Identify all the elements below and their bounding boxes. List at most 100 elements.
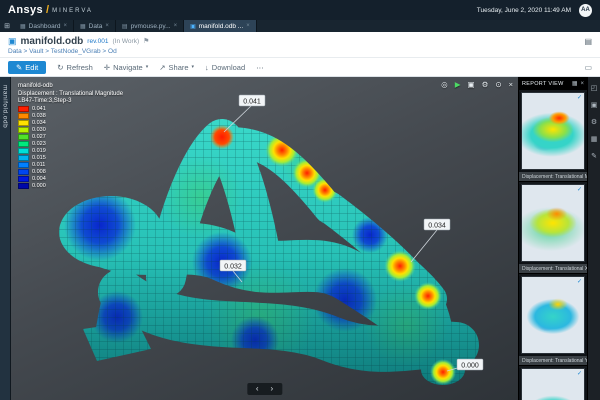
play-icon[interactable]: ▶: [455, 80, 461, 89]
flag-icon[interactable]: ⚑: [143, 37, 149, 45]
thumbnail-caption: Displacement: Translational Magnit...: [519, 172, 587, 182]
legend-swatch: [18, 176, 29, 182]
thumbnail-caption: Displacement: Translational X: [519, 264, 587, 274]
edit-label: Edit: [25, 63, 38, 72]
page-title: manifold.odb: [21, 36, 84, 47]
report-view-header: REPORT VIEW ▦ ×: [519, 77, 587, 90]
gear-icon[interactable]: ⚙: [482, 80, 489, 89]
pencil-icon: ✎: [16, 63, 22, 72]
legend-entry: 0.000: [18, 183, 123, 190]
refresh-label: Refresh: [67, 63, 93, 72]
ellipsis-icon: ⋯: [256, 63, 264, 72]
legend-entry: 0.038: [18, 113, 123, 120]
close-icon[interactable]: ×: [174, 23, 178, 29]
navigate-menu-button[interactable]: ✛ Navigate ▾: [104, 63, 148, 72]
apps-grid-icon[interactable]: ⊞: [0, 20, 14, 32]
share-menu-button[interactable]: ↗ Share ▾: [159, 63, 194, 72]
document-header: ▣ manifold.odb rev.001 (In Work) ⚑ ▤ Dat…: [0, 32, 600, 57]
tab-label: manifold.odb ...: [199, 23, 243, 30]
legend-entry: 0.041: [18, 106, 123, 113]
breadcrumb[interactable]: Data > Vault > TestNode_VGrab > Od: [8, 48, 592, 55]
more-actions-button[interactable]: ⋯: [256, 63, 264, 72]
bookmark-icon[interactable]: ▤: [584, 37, 592, 46]
cube-icon: ▣: [8, 36, 17, 47]
dashboard-icon: ▦: [20, 23, 26, 30]
thumbnail-image[interactable]: ✓: [521, 276, 585, 354]
legend-value: 0.034: [32, 120, 46, 126]
legend-entry: 0.027: [18, 134, 123, 141]
download-button[interactable]: ↓ Download: [205, 63, 245, 72]
minerva-label: MINERVA: [52, 8, 93, 14]
report-thumbnail[interactable]: ✓ Displacement: Translational Magnit...: [519, 92, 587, 182]
close-icon[interactable]: ×: [509, 80, 513, 89]
thumbnail-caption: Displacement: Translational Y: [519, 356, 587, 366]
grid-icon[interactable]: ▦: [572, 80, 578, 87]
report-thumbnail[interactable]: ✓ Displacement: Translational Y: [519, 276, 587, 366]
edit-button[interactable]: ✎ Edit: [8, 61, 46, 74]
3d-viewport[interactable]: 0.041 0.034 0.032 0.000 manifold-odb Dis…: [11, 77, 518, 400]
prev-frame-button[interactable]: ‹: [256, 385, 259, 393]
legend-value: 0.015: [32, 155, 46, 161]
action-toolbar: ✎ Edit ↻ Refresh ✛ Navigate ▾ ↗ Share ▾ …: [0, 57, 600, 77]
share-icon: ↗: [159, 63, 165, 72]
legend-entry: 0.015: [18, 155, 123, 162]
user-avatar[interactable]: AA: [579, 4, 592, 17]
viewport-toolbar: ◎ ▶ ▣ ⚙ ⊙ ×: [441, 80, 513, 89]
check-icon: ✓: [577, 370, 582, 377]
tab-dashboard[interactable]: ▦ Dashboard ×: [14, 20, 74, 32]
legend-entry: 0.019: [18, 148, 123, 155]
gear-icon[interactable]: ⚙: [591, 118, 597, 126]
download-label: Download: [212, 63, 245, 72]
navigate-icon: ✛: [104, 63, 110, 72]
expand-icon[interactable]: ◰: [591, 84, 598, 92]
report-thumbnail[interactable]: ✓ Displacement: Translational X: [519, 184, 587, 274]
tab-data[interactable]: ▦ Data ×: [74, 20, 116, 32]
refresh-button[interactable]: ↻ Refresh: [57, 63, 93, 72]
annotation-value: 0.034: [428, 223, 446, 230]
check-icon: ✓: [577, 186, 582, 193]
comment-icon[interactable]: ▭: [584, 63, 592, 72]
thumbnail-image[interactable]: ✓: [521, 184, 585, 262]
tab-pvmouse[interactable]: ▤ pvmouse.py... ×: [116, 20, 184, 32]
legend-value: 0.027: [32, 134, 46, 140]
legend-swatch: [18, 127, 29, 133]
thumbnail-image[interactable]: ✓: [521, 92, 585, 170]
legend-entry: 0.004: [18, 176, 123, 183]
annotate-icon[interactable]: ✎: [591, 152, 597, 160]
datetime-label: Tuesday, June 2, 2020 11:49 AM: [477, 7, 571, 14]
report-thumbnail[interactable]: ✓: [519, 368, 587, 400]
tab-label: Data: [89, 23, 103, 30]
tab-label: pvmouse.py...: [131, 23, 171, 30]
legend-swatch: [18, 183, 29, 189]
revision-link[interactable]: rev.001: [87, 38, 108, 45]
grid-icon[interactable]: ▦: [591, 135, 598, 143]
legend-value: 0.041: [32, 106, 46, 112]
camera-icon[interactable]: ▣: [467, 80, 474, 89]
sidebar-tab-manifold-odb[interactable]: manifold.odb: [0, 77, 11, 400]
annotation-value: 0.032: [224, 264, 242, 271]
legend-value: 0.038: [32, 113, 46, 119]
check-icon: ✓: [577, 94, 582, 101]
legend-value: 0.004: [32, 176, 46, 182]
legend-value: 0.030: [32, 127, 46, 133]
close-icon[interactable]: ×: [63, 23, 67, 29]
ansys-logo: Ansys: [8, 4, 43, 16]
tab-manifold-odb[interactable]: ▣ manifold.odb ... ×: [184, 20, 257, 32]
legend-swatch: [18, 120, 29, 126]
annotation-value: 0.000: [461, 363, 479, 370]
file-icon: ▤: [122, 23, 128, 30]
legend-swatch: [18, 106, 29, 112]
share-label: Share: [169, 63, 189, 72]
thumbnail-image[interactable]: ✓: [521, 368, 585, 400]
close-icon[interactable]: ×: [580, 81, 584, 87]
close-icon[interactable]: ×: [246, 23, 250, 29]
legend-value: 0.011: [32, 162, 45, 168]
next-frame-button[interactable]: ›: [271, 385, 274, 393]
camera-icon[interactable]: ▣: [591, 101, 598, 109]
eye-icon[interactable]: ◎: [441, 80, 448, 89]
legend-swatch: [18, 141, 29, 147]
legend-swatch: [18, 155, 29, 161]
frame-pager: ‹ ›: [247, 383, 282, 395]
close-icon[interactable]: ×: [105, 23, 109, 29]
power-icon[interactable]: ⊙: [495, 80, 501, 89]
